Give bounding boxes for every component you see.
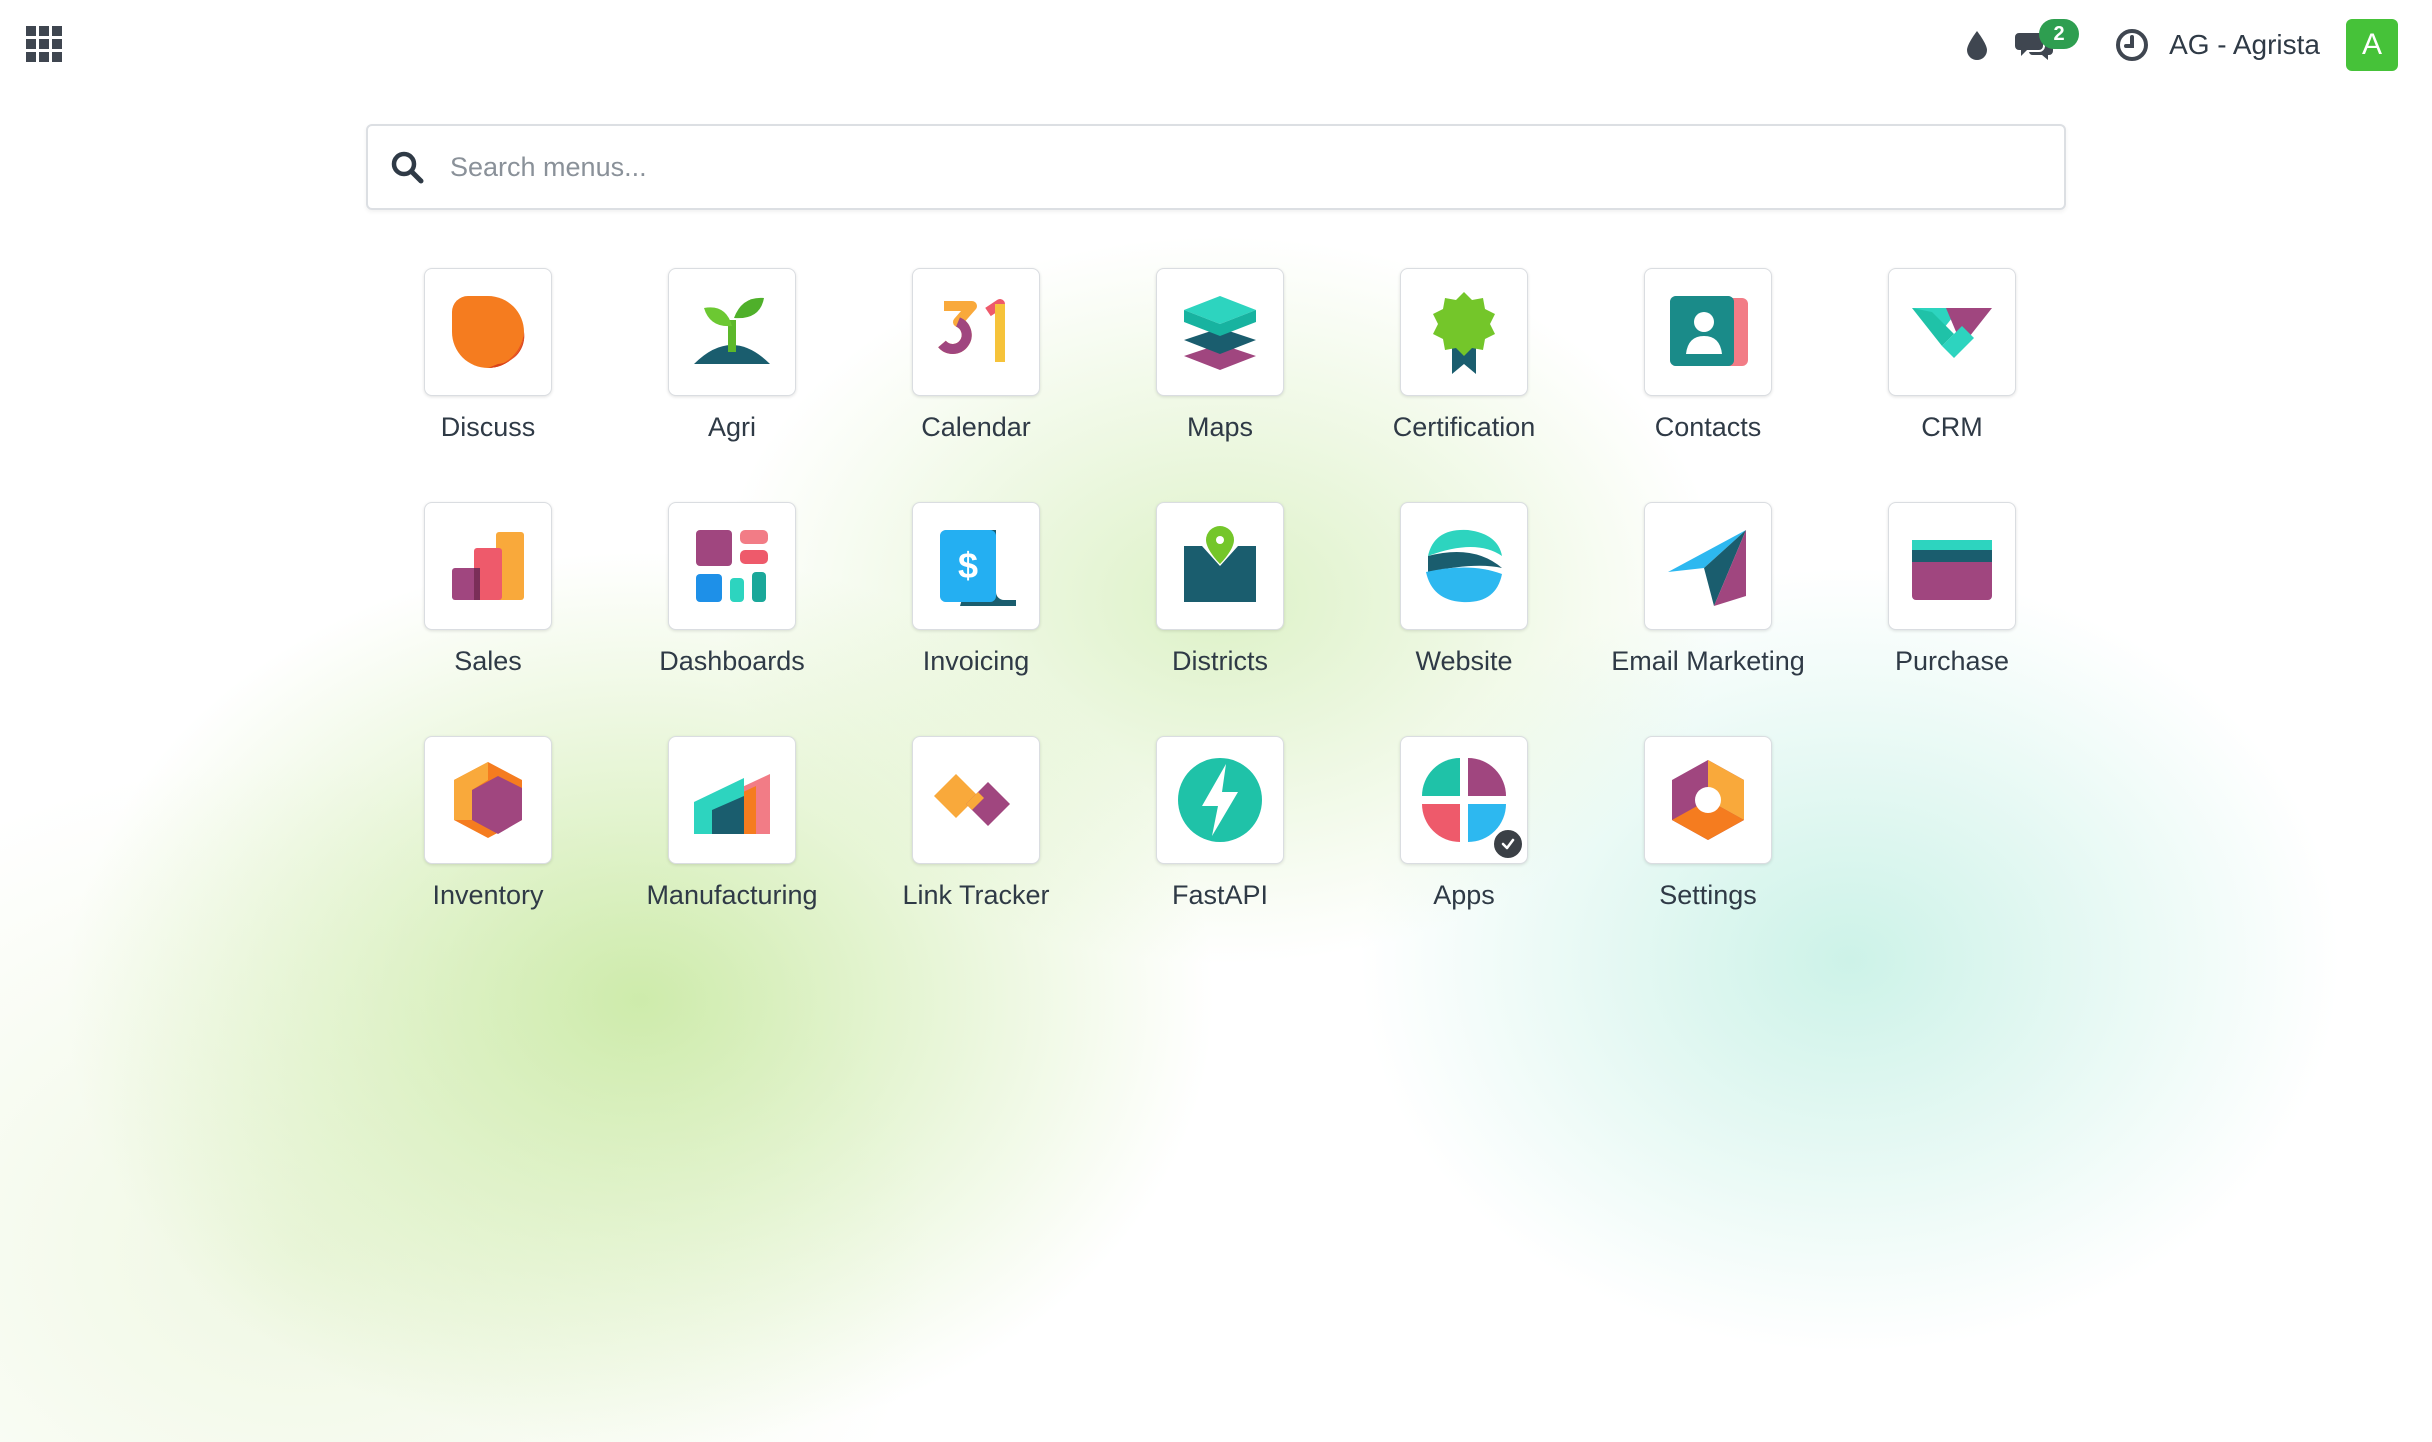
app-tile bbox=[1400, 736, 1528, 864]
certification-badge-icon bbox=[1433, 292, 1495, 374]
app-label: Contacts bbox=[1654, 412, 1762, 442]
app-label: Maps bbox=[1186, 412, 1254, 442]
user-avatar[interactable]: A bbox=[2346, 19, 2398, 71]
app-label: Manufacturing bbox=[646, 880, 818, 910]
website-globe-icon bbox=[1426, 529, 1502, 603]
app-tile bbox=[912, 736, 1040, 864]
app-label: Agri bbox=[707, 412, 756, 442]
app-settings[interactable]: Settings bbox=[1586, 736, 1830, 970]
search-menus-bar bbox=[366, 124, 2066, 210]
invoicing-icon: $ bbox=[940, 530, 1016, 606]
app-tile bbox=[1156, 502, 1284, 630]
drop-icon[interactable] bbox=[1965, 29, 1989, 61]
messages-button[interactable]: 2 bbox=[2015, 19, 2080, 61]
app-label: Districts bbox=[1172, 646, 1268, 676]
app-label: Link Tracker bbox=[902, 880, 1050, 910]
app-tile bbox=[668, 736, 796, 864]
contacts-card-icon bbox=[1670, 296, 1748, 366]
app-tile bbox=[424, 268, 552, 396]
calendar-icon bbox=[938, 299, 1005, 362]
purchase-card-icon bbox=[1912, 540, 1992, 600]
app-label: Website bbox=[1415, 646, 1513, 676]
app-label: Sales bbox=[454, 646, 522, 676]
dashboards-icon bbox=[696, 530, 768, 602]
app-tile bbox=[1888, 502, 2016, 630]
search-icon bbox=[390, 150, 424, 184]
app-manufacturing[interactable]: Manufacturing bbox=[610, 736, 854, 970]
app-label: Settings bbox=[1659, 880, 1757, 910]
app-tile bbox=[1644, 502, 1772, 630]
app-label: Dashboards bbox=[659, 646, 805, 676]
app-label: FastAPI bbox=[1171, 880, 1269, 910]
grid-icon[interactable] bbox=[26, 26, 62, 62]
app-tile bbox=[1644, 268, 1772, 396]
app-tile bbox=[1156, 736, 1284, 864]
app-website[interactable]: Website bbox=[1342, 502, 1586, 736]
top-navbar: 2 AG - Agrista A bbox=[0, 0, 2432, 90]
inventory-box-icon bbox=[454, 762, 522, 838]
app-tile bbox=[424, 736, 552, 864]
app-tile bbox=[1400, 502, 1528, 630]
manufacturing-factory-icon bbox=[694, 774, 770, 834]
app-contacts[interactable]: Contacts bbox=[1586, 268, 1830, 502]
maps-layers-icon bbox=[1184, 296, 1256, 370]
app-tile bbox=[1400, 268, 1528, 396]
app-tile bbox=[668, 502, 796, 630]
districts-pin-icon bbox=[1184, 526, 1256, 602]
app-crm[interactable]: CRM bbox=[1830, 268, 2074, 502]
app-apps[interactable]: Apps bbox=[1342, 736, 1586, 970]
settings-hexagon-icon bbox=[1672, 760, 1744, 840]
app-label: Discuss bbox=[440, 412, 536, 442]
app-tile bbox=[1156, 268, 1284, 396]
app-calendar[interactable]: Calendar bbox=[854, 268, 1098, 502]
app-label: Certification bbox=[1392, 412, 1536, 442]
app-label: CRM bbox=[1921, 412, 1983, 442]
crm-handshake-icon bbox=[1912, 308, 1992, 358]
app-label: Apps bbox=[1433, 880, 1495, 910]
app-label: Email Marketing bbox=[1611, 646, 1805, 676]
app-label: Inventory bbox=[432, 880, 544, 910]
app-grid: Discuss Agri Calendar Maps Certification… bbox=[366, 268, 2076, 970]
discuss-icon bbox=[452, 296, 525, 368]
app-fastapi[interactable]: FastAPI bbox=[1098, 736, 1342, 970]
app-maps[interactable]: Maps bbox=[1098, 268, 1342, 502]
app-dashboards[interactable]: Dashboards bbox=[610, 502, 854, 736]
app-label: Purchase bbox=[1894, 646, 2010, 676]
app-invoicing[interactable]: $ Invoicing bbox=[854, 502, 1098, 736]
app-tile: $ bbox=[912, 502, 1040, 630]
app-tile bbox=[668, 268, 796, 396]
search-input[interactable] bbox=[448, 136, 2064, 198]
app-label: Invoicing bbox=[922, 646, 1030, 676]
app-districts[interactable]: Districts bbox=[1098, 502, 1342, 736]
app-purchase[interactable]: Purchase bbox=[1830, 502, 2074, 736]
app-inventory[interactable]: Inventory bbox=[366, 736, 610, 970]
app-tile bbox=[1644, 736, 1772, 864]
app-link-tracker[interactable]: Link Tracker bbox=[854, 736, 1098, 970]
link-tracker-icon bbox=[934, 774, 1010, 826]
messages-count-badge: 2 bbox=[2039, 19, 2080, 49]
app-agri[interactable]: Agri bbox=[610, 268, 854, 502]
clock-icon[interactable] bbox=[2115, 28, 2149, 62]
app-tile bbox=[912, 268, 1040, 396]
app-email-marketing[interactable]: Email Marketing bbox=[1586, 502, 1830, 736]
agri-sprout-icon bbox=[694, 297, 770, 364]
app-label: Calendar bbox=[921, 412, 1031, 442]
sales-chart-icon bbox=[452, 532, 524, 600]
app-sales[interactable]: Sales bbox=[366, 502, 610, 736]
systray: 2 AG - Agrista A bbox=[1965, 19, 2398, 71]
company-switcher[interactable]: AG - Agrista bbox=[2169, 29, 2320, 61]
email-marketing-plane-icon bbox=[1668, 530, 1746, 606]
fastapi-bolt-icon bbox=[1178, 758, 1262, 842]
app-certification[interactable]: Certification bbox=[1342, 268, 1586, 502]
app-tile bbox=[1888, 268, 2016, 396]
app-tile bbox=[424, 502, 552, 630]
installed-check-icon bbox=[1491, 827, 1525, 861]
app-discuss[interactable]: Discuss bbox=[366, 268, 610, 502]
svg-text:$: $ bbox=[958, 545, 978, 586]
